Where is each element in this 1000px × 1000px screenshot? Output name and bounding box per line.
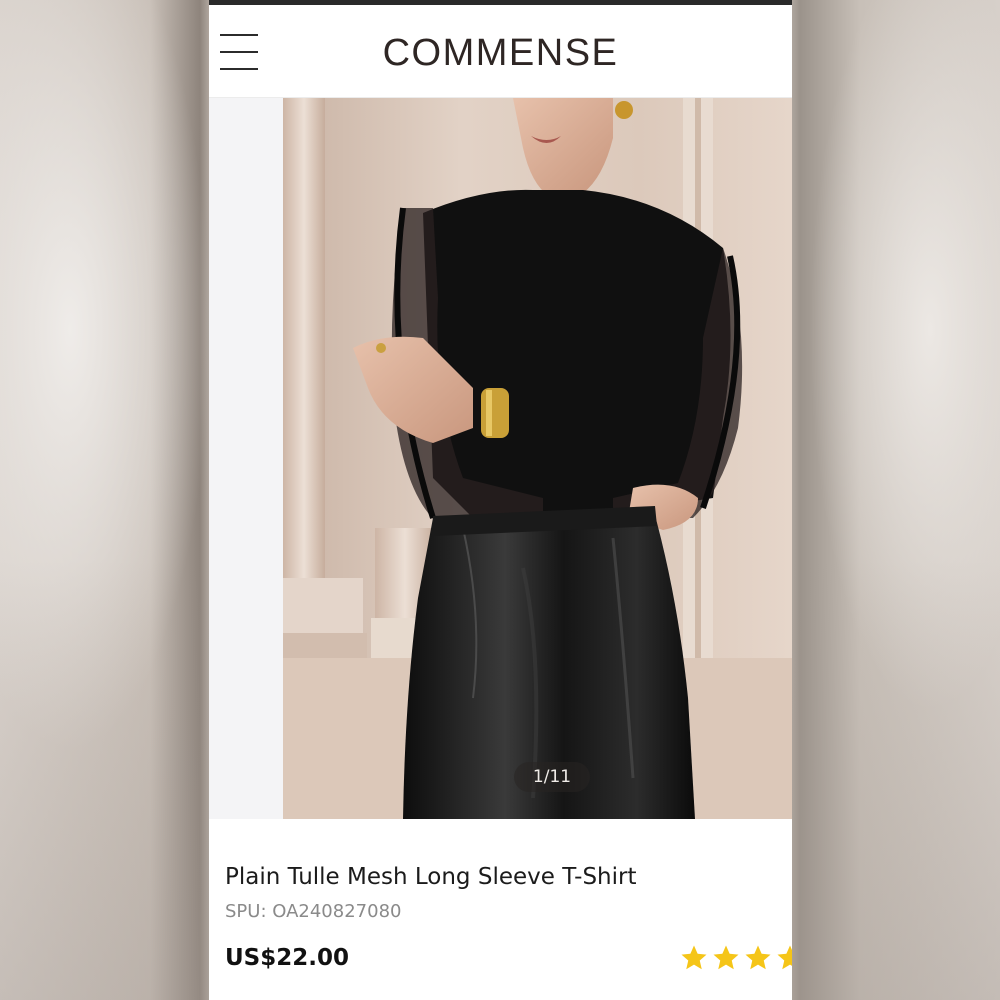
rating-stars[interactable] [679, 943, 792, 975]
product-page: COMMENSE 1/11 Plain Tulle Mesh Long Slee… [209, 0, 792, 1000]
star-icon [743, 943, 775, 973]
brand-logo[interactable]: COMMENSE [209, 31, 792, 75]
brand-logo-text: COMMENSE [382, 32, 619, 74]
product-price: US$22.00 [225, 945, 349, 971]
star-icon [775, 943, 792, 973]
site-header: COMMENSE [209, 5, 792, 98]
product-image-gallery[interactable]: 1/11 [209, 98, 792, 819]
product-photo[interactable] [283, 98, 792, 819]
star-icon [679, 943, 711, 973]
product-spu: SPU: OA240827080 [225, 901, 402, 922]
star-icon [711, 943, 743, 973]
product-title: Plain Tulle Mesh Long Sleeve T-Shirt [225, 864, 637, 890]
image-counter: 1/11 [514, 762, 590, 792]
